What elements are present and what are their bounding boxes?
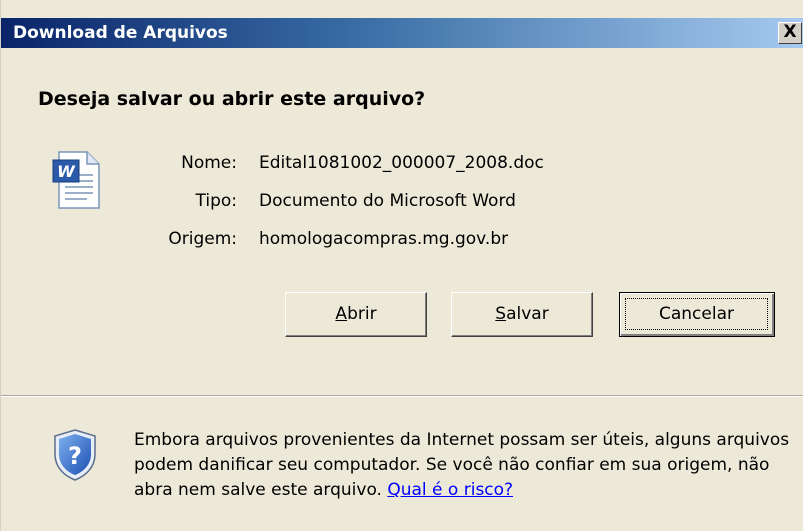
type-value: Documento do Microsoft Word — [259, 191, 516, 211]
divider — [1, 395, 803, 397]
svg-text:?: ? — [68, 442, 82, 470]
close-button[interactable]: X — [778, 22, 802, 44]
download-dialog: Download de Arquivos X Deseja salvar ou … — [0, 0, 803, 531]
save-accel: S — [495, 304, 507, 324]
cancel-label: Cancelar — [659, 304, 734, 324]
dialog-question: Deseja salvar ou abrir este arquivo? — [38, 88, 426, 110]
shield-question-icon: ? — [54, 429, 96, 481]
save-button[interactable]: Salvar — [451, 292, 593, 337]
open-label: brir — [347, 304, 377, 324]
warning-message: Embora arquivos provenientes da Internet… — [134, 428, 794, 503]
open-button[interactable]: Abrir — [285, 292, 427, 337]
word-document-icon: W — [52, 151, 100, 209]
origin-value: homologacompras.mg.gov.br — [259, 229, 509, 249]
name-value: Edital1081002_000007_2008.doc — [259, 153, 544, 173]
save-label: alvar — [506, 304, 549, 324]
dialog-title: Download de Arquivos — [13, 23, 228, 43]
name-label: Nome: — [181, 153, 237, 173]
type-label: Tipo: — [195, 191, 237, 211]
svg-text:W: W — [57, 162, 76, 181]
risk-link[interactable]: Qual é o risco? — [387, 480, 513, 500]
open-accel: A — [335, 304, 348, 324]
origin-label: Origem: — [168, 229, 237, 249]
title-bar[interactable]: Download de Arquivos X — [1, 18, 803, 48]
cancel-focus-rect: Cancelar — [625, 298, 768, 330]
cancel-button[interactable]: Cancelar — [619, 292, 775, 337]
